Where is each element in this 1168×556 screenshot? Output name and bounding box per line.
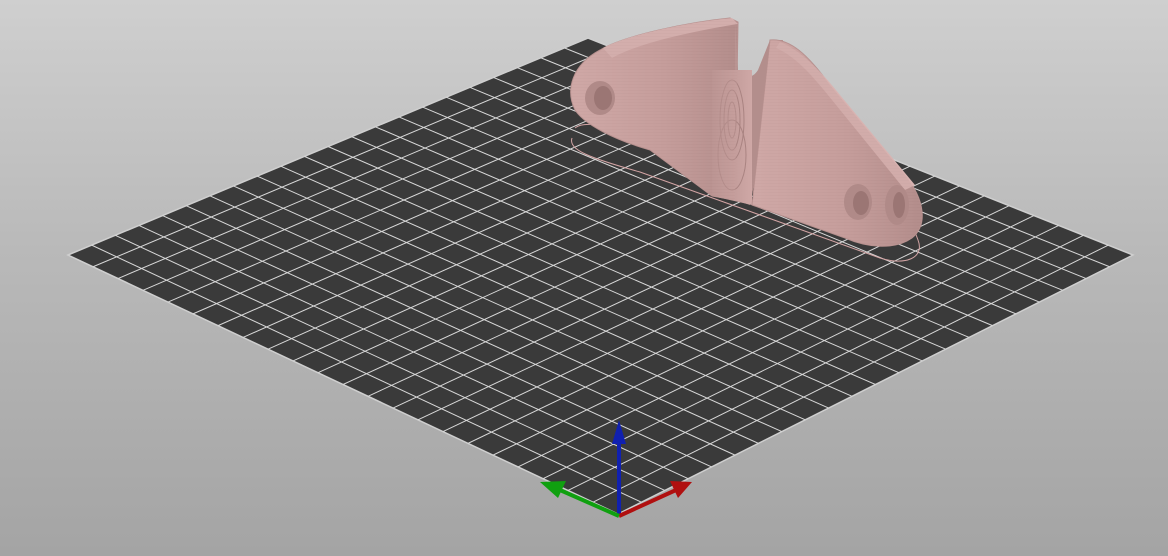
3d-viewport[interactable]: [0, 0, 1168, 556]
mounting-hole-right: [844, 184, 872, 220]
scene-canvas[interactable]: [0, 0, 1168, 556]
mounting-hole-right-end: [885, 185, 909, 225]
mounting-hole-left: [585, 81, 615, 115]
